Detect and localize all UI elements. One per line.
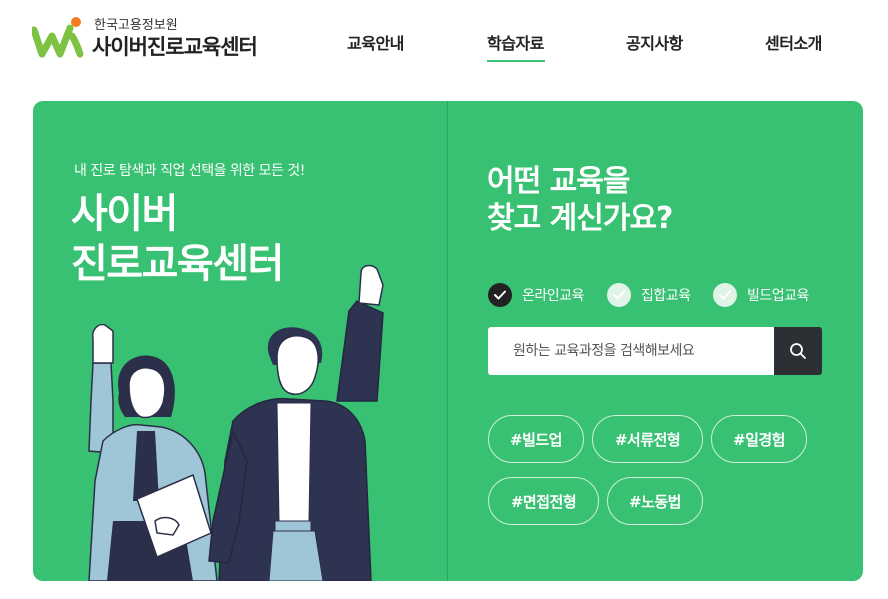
nav-active-indicator xyxy=(487,60,545,62)
search-input[interactable] xyxy=(488,327,775,375)
hero-title-line1: 사이버 xyxy=(71,191,178,237)
filter-group-label: 집합교육 xyxy=(641,288,691,304)
checkmark-icon xyxy=(488,283,512,307)
checkmark-icon xyxy=(607,283,631,307)
search-heading-line2: 찾고 계신가요? xyxy=(487,201,673,236)
tag-documents[interactable]: #서류전형 xyxy=(592,415,703,463)
checkmark-icon xyxy=(713,283,737,307)
filter-group[interactable]: 집합교육 xyxy=(607,282,691,308)
search-button[interactable] xyxy=(774,327,822,375)
nav-item-about[interactable]: 센터소개 xyxy=(765,30,822,54)
hero-divider xyxy=(447,101,448,581)
search-icon xyxy=(790,343,806,359)
hero-title: 사이버 진로교육센터 xyxy=(71,189,284,289)
hero-title-line2: 진로교육센터 xyxy=(71,241,284,287)
man-figure xyxy=(208,264,384,581)
hero-tagline: 내 진로 탐색과 직업 선택을 위한 모든 것! xyxy=(74,163,305,179)
nav-item-education[interactable]: 교육안내 xyxy=(347,30,404,54)
filter-buildup[interactable]: 빌드업교육 xyxy=(713,282,809,308)
search-heading: 어떤 교육을 찾고 계신가요? xyxy=(487,163,673,237)
filter-online-label: 온라인교육 xyxy=(522,288,584,304)
filter-buildup-label: 빌드업교육 xyxy=(747,288,809,304)
site-header: 한국고용정보원 사이버진로교육센터 교육안내 학습자료 공지사항 센터소개 xyxy=(0,0,888,80)
tag-work-experience[interactable]: #일경험 xyxy=(711,415,807,463)
woman-figure xyxy=(88,323,218,581)
nav-item-learning[interactable]: 학습자료 xyxy=(487,30,544,54)
site-logo[interactable]: 한국고용정보원 사이버진로교육센터 xyxy=(32,14,292,64)
logo-mark-icon xyxy=(32,17,84,58)
tag-interview[interactable]: #면접전형 xyxy=(488,477,599,525)
logo-name: 사이버진로교육센터 xyxy=(92,35,258,59)
nav-item-notice[interactable]: 공지사항 xyxy=(626,30,683,54)
search-heading-line1: 어떤 교육을 xyxy=(487,164,630,199)
filter-online[interactable]: 온라인교육 xyxy=(488,282,584,308)
course-search xyxy=(488,327,822,375)
hero-banner: 내 진로 탐색과 직업 선택을 위한 모든 것! 사이버 진로교육센터 어떤 교… xyxy=(33,101,863,581)
tag-labor-law[interactable]: #노동법 xyxy=(607,477,703,525)
tag-buildup[interactable]: #빌드업 xyxy=(488,415,584,463)
